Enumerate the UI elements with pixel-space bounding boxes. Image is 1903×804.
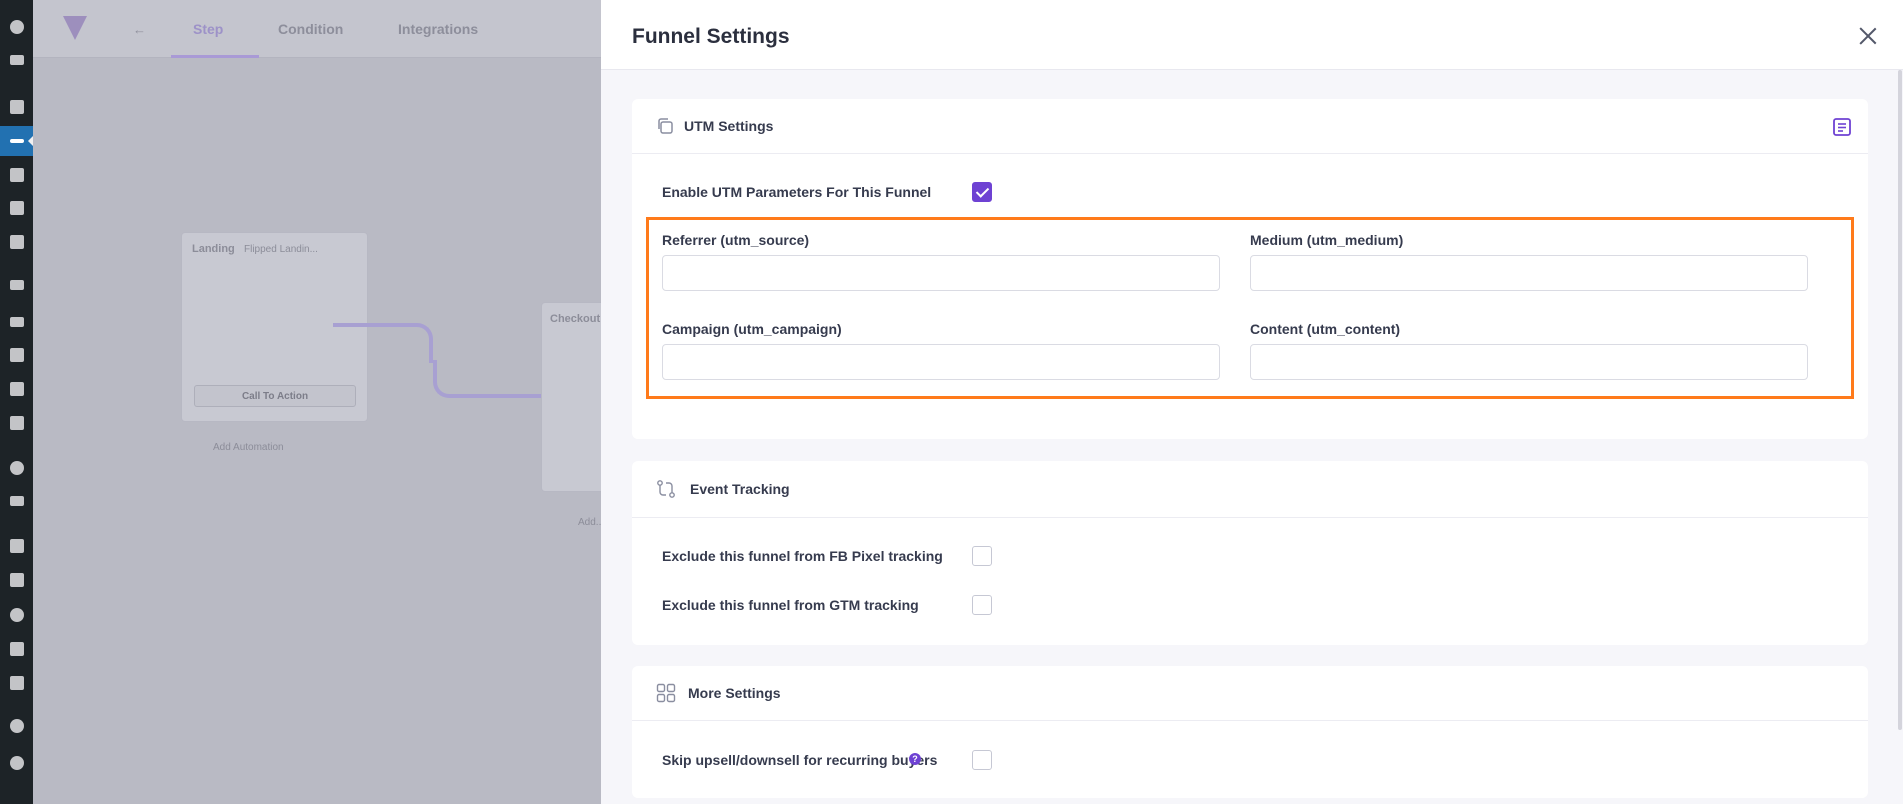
- tab-active-indicator: [171, 55, 259, 58]
- event-tracking-header: Event Tracking: [632, 461, 1868, 518]
- tools-icon[interactable]: [0, 634, 33, 664]
- utm-source-input[interactable]: [662, 255, 1220, 291]
- tab-integrations[interactable]: Integrations: [398, 21, 478, 37]
- checkout-step-title: Checkout: [550, 313, 601, 325]
- panel-scrollbar[interactable]: [1898, 70, 1902, 730]
- event-tracking-title: Event Tracking: [690, 481, 790, 497]
- templates-icon[interactable]: [0, 486, 33, 516]
- utm-content-label: Content (utm_content): [1250, 321, 1401, 337]
- grid-icon: [656, 683, 676, 703]
- mail-at-icon[interactable]: [0, 711, 33, 741]
- appearance-icon[interactable]: [0, 531, 33, 561]
- enable-utm-checkbox[interactable]: [972, 182, 992, 202]
- utm-settings-header: UTM Settings: [632, 99, 1868, 154]
- enable-utm-label: Enable UTM Parameters For This Funnel: [662, 184, 932, 200]
- settings-icon[interactable]: [0, 668, 33, 698]
- panel-title: Funnel Settings: [632, 25, 790, 48]
- utm-content-input[interactable]: [1250, 344, 1808, 380]
- mail-icon[interactable]: [0, 45, 33, 75]
- utm-campaign-label: Campaign (utm_campaign): [662, 321, 842, 337]
- fb-pixel-label: Exclude this funnel from FB Pixel tracki…: [662, 548, 943, 564]
- landing-step-title: Landing: [192, 243, 235, 255]
- close-icon[interactable]: [1859, 27, 1877, 45]
- marketing-icon[interactable]: [0, 408, 33, 438]
- fb-pixel-checkbox[interactable]: [972, 546, 992, 566]
- help-icon[interactable]: ?: [909, 753, 921, 765]
- add-automation-link[interactable]: Add Automation: [213, 442, 284, 453]
- more-settings-header: More Settings: [632, 666, 1868, 721]
- payments-icon[interactable]: [0, 340, 33, 370]
- more-settings-card: More Settings Skip upsell/downsell for r…: [632, 666, 1868, 798]
- pages-icon[interactable]: [0, 193, 33, 223]
- users-icon[interactable]: [0, 600, 33, 630]
- tab-step[interactable]: Step: [193, 21, 223, 37]
- utm-settings-title: UTM Settings: [684, 118, 774, 134]
- utm-medium-input[interactable]: [1250, 255, 1808, 291]
- landing-cta-button[interactable]: Call To Action: [194, 385, 356, 407]
- plugins-icon[interactable]: [0, 565, 33, 595]
- back-button[interactable]: ←: [133, 22, 146, 37]
- event-tracking-card: Event Tracking Exclude this funnel from …: [632, 461, 1868, 645]
- dashboard-icon[interactable]: [0, 12, 33, 42]
- skip-upsell-checkbox[interactable]: [972, 750, 992, 770]
- analytics-icon[interactable]: [0, 374, 33, 404]
- skip-upsell-label: Skip upsell/downsell for recurring buyer…: [662, 752, 938, 768]
- document-icon[interactable]: [1832, 117, 1852, 137]
- copy-icon: [658, 118, 673, 134]
- panel-header: Funnel Settings: [601, 0, 1903, 70]
- funnel-settings-panel: Funnel Settings UTM Settings Enable UTM …: [601, 0, 1903, 804]
- more-settings-title: More Settings: [688, 685, 781, 701]
- utm-settings-card: UTM Settings Enable UTM Parameters For T…: [632, 99, 1868, 439]
- step-connector: [333, 323, 433, 363]
- landing-step-subtitle: Flipped Landin...: [244, 244, 318, 255]
- woo-icon[interactable]: [0, 270, 33, 300]
- utm-source-label: Referrer (utm_source): [662, 232, 810, 248]
- play-icon[interactable]: [0, 748, 33, 778]
- comments-icon[interactable]: [0, 227, 33, 257]
- utm-medium-label: Medium (utm_medium): [1250, 232, 1404, 248]
- gtm-checkbox[interactable]: [972, 595, 992, 615]
- media-icon[interactable]: [0, 160, 33, 190]
- elementor-icon[interactable]: [0, 453, 33, 483]
- funnel-logo-icon: [63, 16, 87, 40]
- funnel-icon[interactable]: [0, 126, 33, 156]
- pin-icon[interactable]: [0, 92, 33, 122]
- utm-campaign-input[interactable]: [662, 344, 1220, 380]
- wp-admin-sidebar: [0, 0, 33, 804]
- transfer-icon: [657, 480, 675, 498]
- tab-condition[interactable]: Condition: [278, 21, 343, 37]
- products-icon[interactable]: [0, 307, 33, 337]
- gtm-label: Exclude this funnel from GTM tracking: [662, 597, 919, 613]
